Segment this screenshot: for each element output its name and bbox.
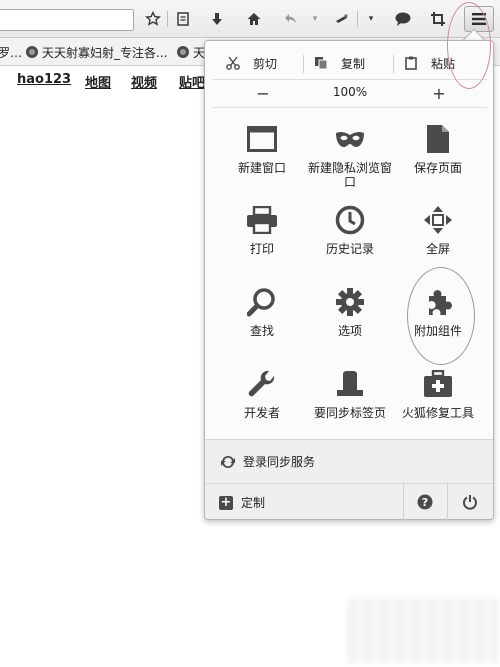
zoom-reset-button[interactable]: 100% <box>325 85 375 99</box>
navigation-toolbar: ▾ ▾ <box>0 0 500 38</box>
new-private-window-button[interactable]: 新建隐私浏览窗口 <box>304 123 396 201</box>
sign-in-sync-label: 登录同步服务 <box>243 455 316 469</box>
sync-icon <box>221 455 235 468</box>
puzzle-icon <box>422 286 454 318</box>
bookmark-item[interactable]: 天天射寡妇射_专注各... <box>26 44 167 60</box>
bookmark-star-icon[interactable] <box>143 9 163 29</box>
download-icon[interactable] <box>207 9 227 29</box>
find-label: 查找 <box>249 324 274 338</box>
paste-button[interactable]: 粘贴 <box>403 49 455 77</box>
printer-icon <box>246 204 278 236</box>
fullscreen-label: 全屏 <box>425 242 450 256</box>
help-icon: ? <box>417 494 433 510</box>
find-button[interactable]: 查找 <box>216 286 308 364</box>
sign-in-sync-button[interactable]: 登录同步服务 <box>205 439 493 483</box>
addons-label: 附加组件 <box>413 324 462 338</box>
quit-button[interactable] <box>460 492 480 512</box>
fullscreen-button[interactable]: 全屏 <box>392 204 484 282</box>
globe-icon <box>26 46 38 58</box>
print-button[interactable]: 打印 <box>216 204 308 282</box>
save-page-button[interactable]: 保存页面 <box>392 123 484 201</box>
options-button[interactable]: 选项 <box>304 286 396 364</box>
main-menu-panel: 剪切 复制 粘贴 − 100% + 新建窗口 新建隐私浏览窗口 保存页面 打印 … <box>204 40 494 520</box>
save-page-icon <box>422 123 454 155</box>
customize-label: 定制 <box>241 496 266 510</box>
firefox-repair-label: 火狐修复工具 <box>401 406 474 420</box>
link-map[interactable]: 地图 <box>85 72 111 91</box>
save-page-label: 保存页面 <box>413 161 462 175</box>
gear-icon <box>334 286 366 318</box>
fullscreen-icon <box>422 204 454 236</box>
chat-bubble-icon[interactable] <box>393 9 413 29</box>
toolbar-separator <box>167 11 168 27</box>
customize-button[interactable]: + 定制 <box>219 494 265 511</box>
magnifier-icon <box>246 286 278 318</box>
link-hao123[interactable]: hao123 <box>17 72 71 87</box>
bookmark-label: 罗… <box>0 45 23 60</box>
sync-tabs-label: 要同步标签页 <box>313 406 386 420</box>
url-bar[interactable] <box>0 9 134 31</box>
history-label: 历史记录 <box>325 242 374 256</box>
copy-icon <box>315 57 328 70</box>
customize-plus-icon: + <box>219 495 233 510</box>
watermark <box>348 598 498 664</box>
medkit-icon <box>422 368 454 400</box>
footer-separator <box>447 484 448 520</box>
globe-icon <box>177 46 189 58</box>
bookmark-item[interactable]: 罗… <box>0 44 22 60</box>
footer-separator <box>403 484 404 520</box>
bookmark-item[interactable]: 天 <box>177 44 205 60</box>
separator <box>213 79 487 80</box>
firefox-repair-button[interactable]: 火狐修复工具 <box>392 368 484 446</box>
svg-text:?: ? <box>422 496 428 509</box>
edit-separator <box>303 55 304 73</box>
scissors-icon <box>226 56 240 70</box>
paste-label: 粘贴 <box>431 56 456 71</box>
cut-label: 剪切 <box>253 56 278 71</box>
link-video[interactable]: 视频 <box>131 72 157 91</box>
print-label: 打印 <box>249 242 274 256</box>
open-menu-button[interactable] <box>464 6 494 32</box>
zoom-in-button[interactable]: + <box>427 81 451 105</box>
sync-tabs-button[interactable]: 要同步标签页 <box>304 368 396 446</box>
edit-separator <box>393 55 394 73</box>
new-window-button[interactable]: 新建窗口 <box>216 123 308 201</box>
copy-button[interactable]: 复制 <box>313 49 365 77</box>
hamburger-menu-icon <box>472 13 486 25</box>
reading-list-icon[interactable] <box>173 9 193 29</box>
crop-icon[interactable] <box>428 9 448 29</box>
zoom-out-button[interactable]: − <box>251 81 275 105</box>
new-window-icon <box>246 123 278 155</box>
history-button[interactable]: 历史记录 <box>304 204 396 282</box>
toolbar-separator <box>357 11 358 27</box>
zoom-controls: − 100% + <box>205 81 495 105</box>
cut-button[interactable]: 剪切 <box>225 49 277 77</box>
back-icon[interactable] <box>281 9 301 29</box>
home-icon[interactable] <box>244 9 264 29</box>
link-tieba[interactable]: 贴吧 <box>179 72 205 91</box>
camera-icon[interactable] <box>332 9 352 29</box>
new-window-label: 新建窗口 <box>237 161 286 175</box>
wrench-icon <box>246 368 278 400</box>
dropdown-icon[interactable]: ▾ <box>305 9 325 29</box>
tab-sync-icon <box>334 368 366 400</box>
private-mask-icon <box>334 123 366 155</box>
separator <box>213 107 487 108</box>
clipboard-icon <box>405 56 417 70</box>
power-icon <box>463 495 477 510</box>
developer-label: 开发者 <box>243 406 280 420</box>
developer-button[interactable]: 开发者 <box>216 368 308 446</box>
addons-button[interactable]: 附加组件 <box>392 286 484 364</box>
copy-label: 复制 <box>341 56 366 71</box>
dropdown-icon[interactable]: ▾ <box>361 9 381 29</box>
edit-controls: 剪切 复制 粘贴 <box>205 49 495 77</box>
help-button[interactable]: ? <box>415 492 435 512</box>
new-private-window-label: 新建隐私浏览窗口 <box>307 161 392 189</box>
menu-footer: + 定制 ? <box>205 483 493 520</box>
bookmark-label: 天天射寡妇射_专注各... <box>42 45 168 60</box>
options-label: 选项 <box>337 324 362 338</box>
history-clock-icon <box>334 204 366 236</box>
